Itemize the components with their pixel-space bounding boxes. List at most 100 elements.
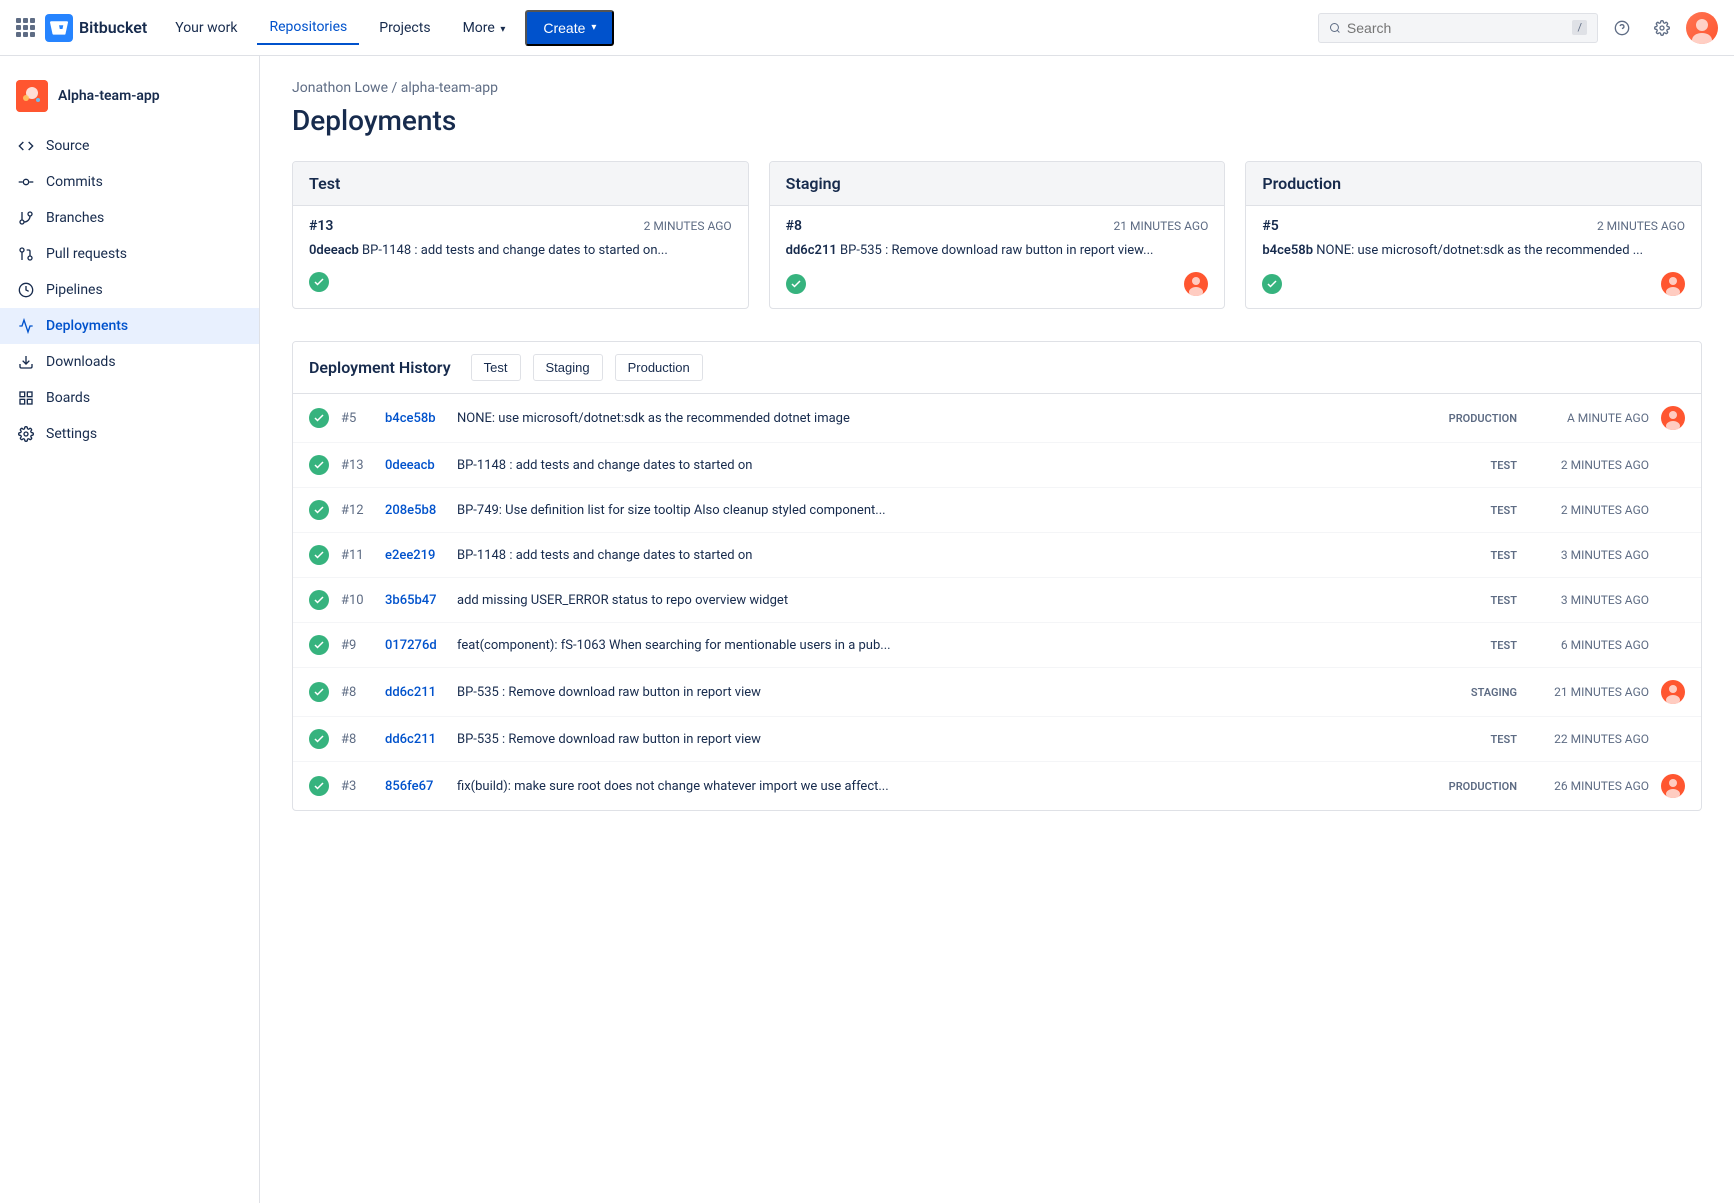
history-row[interactable]: #11 e2ee219 BP-1148 : add tests and chan… <box>293 533 1701 578</box>
deployments-icon <box>16 316 36 336</box>
sidebar-label-branches: Branches <box>46 210 104 226</box>
row-message: BP-1148 : add tests and change dates to … <box>457 548 1425 563</box>
sidebar-item-commits[interactable]: Commits <box>0 164 259 200</box>
create-dropdown-icon: ▾ <box>591 22 596 33</box>
row-status-icon <box>309 635 329 655</box>
env-staging-avatar <box>1184 272 1208 296</box>
repo-header: Alpha-team-app <box>0 72 259 128</box>
row-hash[interactable]: b4ce58b <box>385 411 445 426</box>
row-hash[interactable]: e2ee219 <box>385 548 445 563</box>
search-box[interactable]: / <box>1318 13 1598 43</box>
app-layout: Alpha-team-app Source Commits Branches <box>0 56 1734 835</box>
history-row[interactable]: #9 017276d feat(component): fS-1063 When… <box>293 623 1701 668</box>
row-env: PRODUCTION <box>1437 412 1517 425</box>
row-avatar <box>1661 406 1685 430</box>
env-card-test: Test #13 2 MINUTES AGO 0deeacb BP-1148 :… <box>292 161 749 309</box>
row-hash[interactable]: 3b65b47 <box>385 593 445 608</box>
gear-icon <box>1654 20 1670 36</box>
row-env: TEST <box>1437 459 1517 472</box>
settings-button[interactable] <box>1646 12 1678 44</box>
history-row[interactable]: #8 dd6c211 BP-535 : Remove download raw … <box>293 717 1701 762</box>
row-status-icon <box>309 545 329 565</box>
row-time: 21 MINUTES AGO <box>1529 685 1649 699</box>
breadcrumb: Jonathon Lowe / alpha-team-app <box>292 80 1702 96</box>
filter-staging[interactable]: Staging <box>533 354 603 381</box>
env-staging-message-text: BP-535 : Remove download raw button in r… <box>840 243 1153 258</box>
help-button[interactable] <box>1606 12 1638 44</box>
sidebar-item-branches[interactable]: Branches <box>0 200 259 236</box>
nav-more[interactable]: More ▾ <box>451 12 518 44</box>
row-message: fix(build): make sure root does not chan… <box>457 779 1425 794</box>
env-production-message-text: NONE: use microsoft/dotnet:sdk as the re… <box>1316 243 1643 258</box>
sidebar-item-source[interactable]: Source <box>0 128 259 164</box>
filter-test[interactable]: Test <box>471 354 521 381</box>
nav-repositories[interactable]: Repositories <box>257 11 359 45</box>
env-test-msg: 0deeacb BP-1148 : add tests and change d… <box>309 242 732 260</box>
env-staging-footer <box>786 272 1209 296</box>
env-card-production: Production #5 2 MINUTES AGO b4ce58b NONE… <box>1245 161 1702 309</box>
sidebar-item-deployments[interactable]: Deployments <box>0 308 259 344</box>
row-hash[interactable]: dd6c211 <box>385 732 445 747</box>
row-hash[interactable]: 856fe67 <box>385 779 445 794</box>
sidebar-label-pr: Pull requests <box>46 246 127 262</box>
page-title: Deployments <box>292 104 1702 137</box>
env-card-staging-header: Staging <box>770 162 1225 206</box>
row-num: #13 <box>341 458 373 473</box>
row-num: #9 <box>341 638 373 653</box>
history-row[interactable]: #8 dd6c211 BP-535 : Remove download raw … <box>293 668 1701 717</box>
env-production-time: 2 MINUTES AGO <box>1597 219 1685 233</box>
sidebar-item-pull-requests[interactable]: Pull requests <box>0 236 259 272</box>
sidebar: Alpha-team-app Source Commits Branches <box>0 56 260 1203</box>
row-hash[interactable]: 208e5b8 <box>385 503 445 518</box>
row-env: TEST <box>1437 594 1517 607</box>
env-production-num: #5 <box>1262 218 1278 234</box>
breadcrumb-user[interactable]: Jonathon Lowe <box>292 80 388 96</box>
sidebar-nav: Source Commits Branches Pull requests <box>0 128 259 452</box>
repo-name: Alpha-team-app <box>58 88 160 104</box>
filter-production[interactable]: Production <box>615 354 703 381</box>
env-test-footer <box>309 272 732 292</box>
env-test-num: #13 <box>309 218 333 234</box>
row-avatar <box>1661 680 1685 704</box>
env-production-hash[interactable]: b4ce58b <box>1262 243 1313 258</box>
history-row[interactable]: #12 208e5b8 BP-749: Use definition list … <box>293 488 1701 533</box>
commits-icon <box>16 172 36 192</box>
env-staging-meta: #8 21 MINUTES AGO <box>786 218 1209 234</box>
nav-your-work[interactable]: Your work <box>163 12 249 44</box>
bitbucket-logo[interactable] <box>45 14 73 42</box>
sidebar-item-downloads[interactable]: Downloads <box>0 344 259 380</box>
row-hash[interactable]: 017276d <box>385 638 445 653</box>
env-staging-time: 21 MINUTES AGO <box>1114 219 1209 233</box>
history-row[interactable]: #5 b4ce58b NONE: use microsoft/dotnet:sd… <box>293 394 1701 443</box>
row-env: TEST <box>1437 504 1517 517</box>
user-avatar[interactable] <box>1686 12 1718 44</box>
history-row[interactable]: #3 856fe67 fix(build): make sure root do… <box>293 762 1701 810</box>
row-time: 2 MINUTES AGO <box>1529 458 1649 472</box>
env-staging-hash[interactable]: dd6c211 <box>786 243 837 258</box>
row-message: NONE: use microsoft/dotnet:sdk as the re… <box>457 411 1425 426</box>
history-row[interactable]: #10 3b65b47 add missing USER_ERROR statu… <box>293 578 1701 623</box>
create-button[interactable]: Create ▾ <box>525 10 614 46</box>
row-message: BP-535 : Remove download raw button in r… <box>457 685 1425 700</box>
row-hash[interactable]: 0deeacb <box>385 458 445 473</box>
sidebar-item-pipelines[interactable]: Pipelines <box>0 272 259 308</box>
grid-icon[interactable] <box>16 18 35 37</box>
row-hash[interactable]: dd6c211 <box>385 685 445 700</box>
row-time: 2 MINUTES AGO <box>1529 503 1649 517</box>
row-status-icon <box>309 455 329 475</box>
env-test-hash[interactable]: 0deeacb <box>309 243 359 258</box>
history-row[interactable]: #13 0deeacb BP-1148 : add tests and chan… <box>293 443 1701 488</box>
sidebar-item-settings[interactable]: Settings <box>0 416 259 452</box>
env-card-production-header: Production <box>1246 162 1701 206</box>
env-production-status <box>1262 274 1282 294</box>
breadcrumb-separator: / <box>392 80 401 96</box>
breadcrumb-repo[interactable]: alpha-team-app <box>401 80 498 96</box>
topnav-right: / <box>1318 12 1718 44</box>
row-message: BP-749: Use definition list for size too… <box>457 503 1425 518</box>
more-dropdown-icon: ▾ <box>500 24 505 35</box>
nav-projects[interactable]: Projects <box>367 12 442 44</box>
row-env: PRODUCTION <box>1437 780 1517 793</box>
sidebar-item-boards[interactable]: Boards <box>0 380 259 416</box>
search-input[interactable] <box>1347 20 1567 36</box>
env-card-test-body: #13 2 MINUTES AGO 0deeacb BP-1148 : add … <box>293 206 748 304</box>
